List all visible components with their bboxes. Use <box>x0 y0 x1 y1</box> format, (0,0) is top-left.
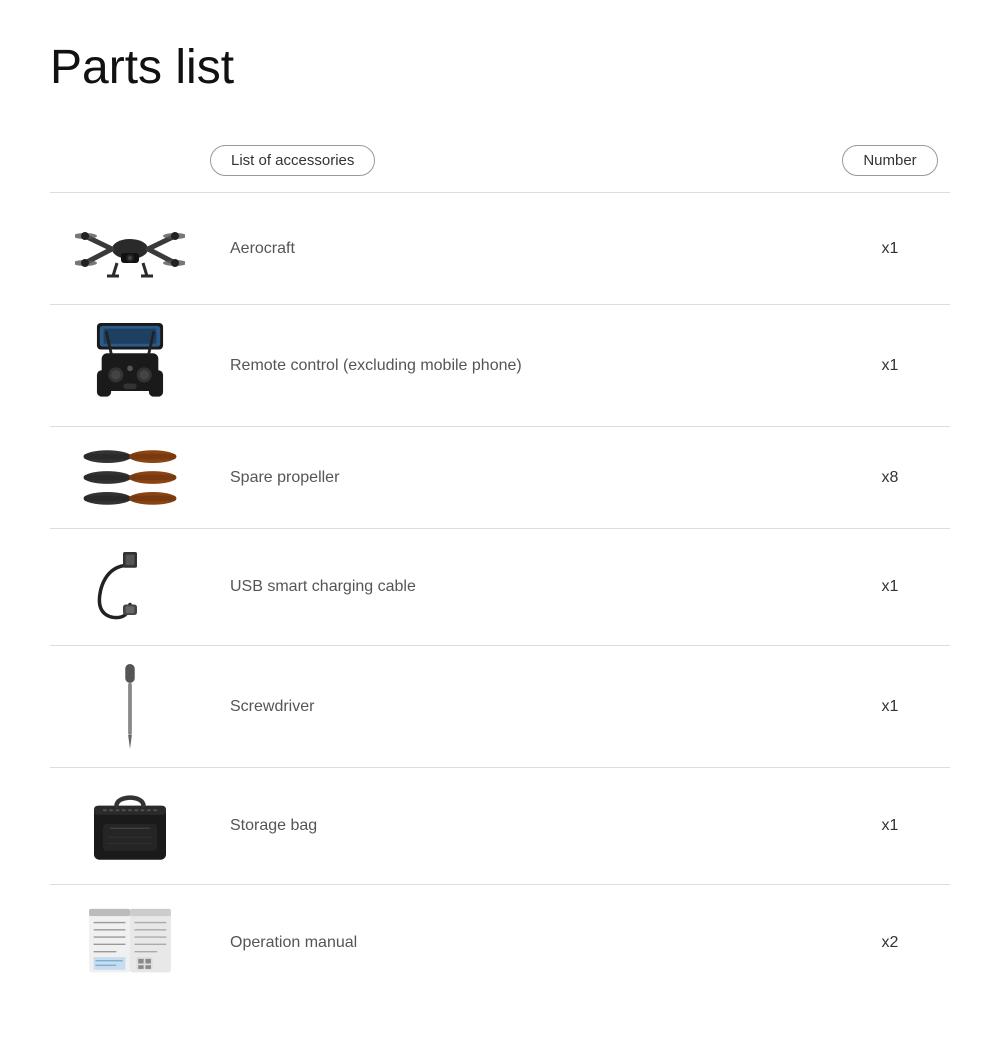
parts-table: List of accessories Number <box>50 135 950 1001</box>
propeller-image <box>50 445 210 510</box>
aerocraft-count: x1 <box>830 240 950 258</box>
table-row: Operation manual x2 <box>50 884 950 1001</box>
accessories-badge: List of accessories <box>210 145 375 176</box>
bag-count: x1 <box>830 817 950 835</box>
manual-label: Operation manual <box>210 934 830 952</box>
usb-count: x1 <box>830 578 950 596</box>
bag-label: Storage bag <box>210 817 830 835</box>
usb-label: USB smart charging cable <box>210 578 830 596</box>
table-row: Screwdriver x1 <box>50 645 950 767</box>
bag-image <box>50 786 210 866</box>
propeller-count: x8 <box>830 469 950 487</box>
table-row: Storage bag x1 <box>50 767 950 884</box>
table-row: Spare propeller x8 <box>50 426 950 528</box>
manual-image <box>50 903 210 983</box>
aerocraft-image <box>50 211 210 286</box>
table-row: Aerocraft x1 <box>50 192 950 304</box>
header-accessories: List of accessories <box>210 145 830 176</box>
remote-count: x1 <box>830 357 950 375</box>
remote-image <box>50 323 210 408</box>
manual-count: x2 <box>830 934 950 952</box>
screwdriver-count: x1 <box>830 698 950 716</box>
aerocraft-label: Aerocraft <box>210 240 830 258</box>
table-row: USB smart charging cable x1 <box>50 528 950 645</box>
table-header: List of accessories Number <box>110 135 950 192</box>
remote-label: Remote control (excluding mobile phone) <box>210 357 830 375</box>
usb-image <box>50 547 210 627</box>
number-badge: Number <box>842 145 937 176</box>
screwdriver-image <box>50 664 210 749</box>
page-title: Parts list <box>50 40 950 95</box>
screwdriver-label: Screwdriver <box>210 698 830 716</box>
table-row: Remote control (excluding mobile phone) … <box>50 304 950 426</box>
propeller-label: Spare propeller <box>210 469 830 487</box>
header-number: Number <box>830 145 950 176</box>
